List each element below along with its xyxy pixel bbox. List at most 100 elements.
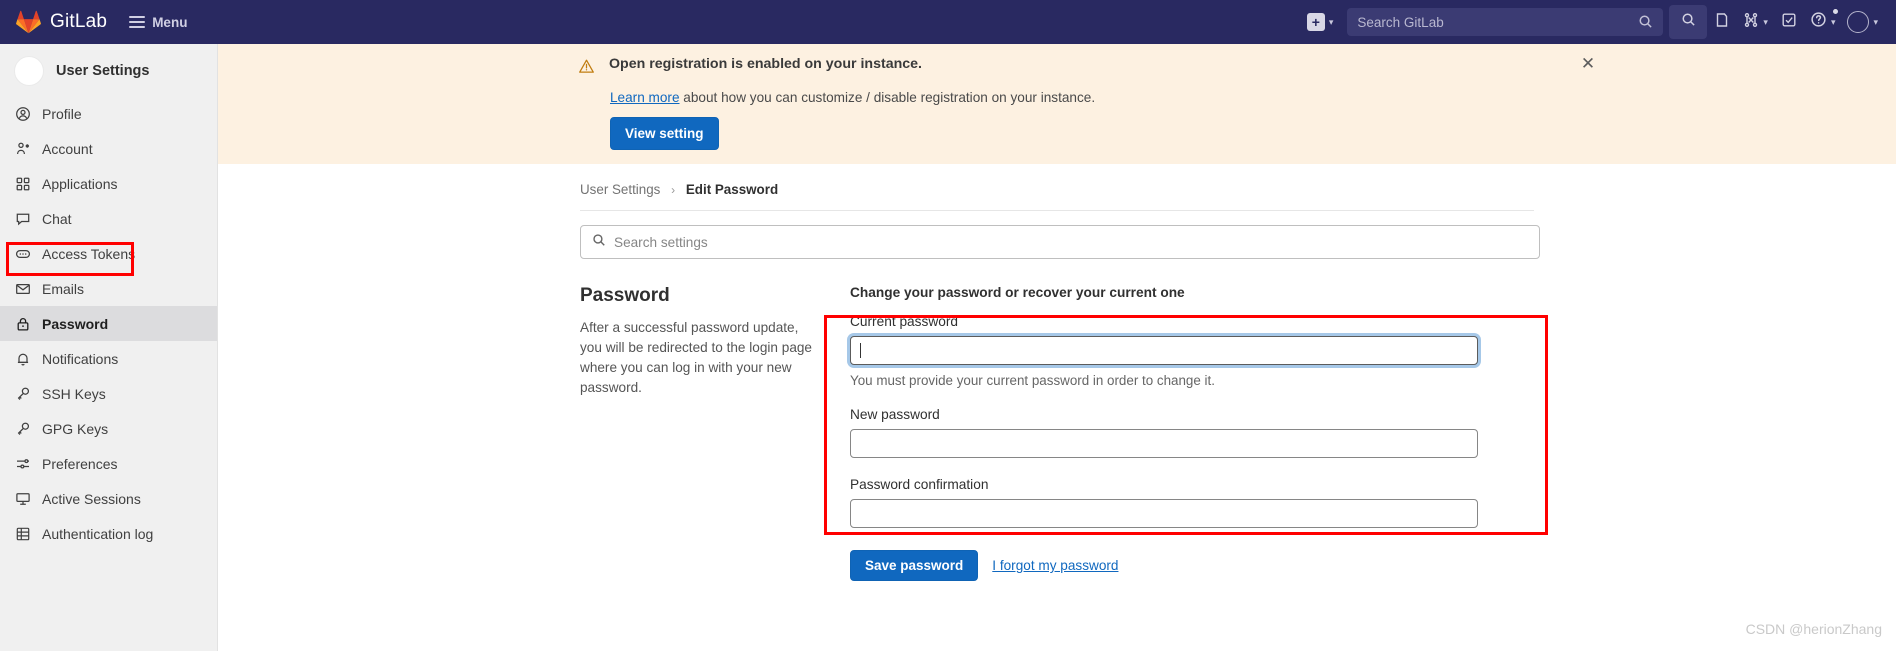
sidebar-item-access-tokens[interactable]: Access Tokens [0, 236, 217, 271]
search-icon [592, 233, 606, 252]
warning-triangle-icon [578, 58, 595, 80]
issues-button[interactable] [1707, 5, 1737, 39]
section-description-column: Password After a successful password upd… [580, 285, 850, 581]
sidebar-item-label: Account [42, 140, 93, 157]
sidebar-item-label: SSH Keys [42, 385, 106, 402]
sidebar-item-label: Applications [42, 175, 118, 192]
envelope-icon [14, 280, 31, 297]
chevron-down-icon: ▾ [1830, 16, 1836, 27]
gitlab-tanuki-logo-icon [16, 10, 41, 34]
chevron-down-icon: ▾ [1328, 16, 1334, 27]
password-confirmation-field-group: Password confirmation [850, 477, 1580, 528]
sidebar-item-label: Profile [42, 105, 82, 122]
form-actions: Save password I forgot my password [850, 550, 1580, 581]
monitor-icon [14, 490, 31, 507]
main-content: User Settings › Edit Password Search set… [218, 164, 1896, 651]
sidebar-item-authentication-log[interactable]: Authentication log [0, 516, 217, 551]
menu-button[interactable]: Menu [129, 15, 187, 30]
sidebar-item-account[interactable]: Account [0, 131, 217, 166]
menu-label: Menu [152, 14, 188, 30]
save-password-button[interactable]: Save password [850, 550, 979, 581]
search-icon [1638, 14, 1653, 34]
breadcrumb-current: Edit Password [685, 182, 779, 197]
sidebar-item-chat[interactable]: Chat [0, 201, 217, 236]
help-notification-badge [1832, 8, 1840, 15]
key-icon [14, 420, 31, 437]
sidebar-item-profile[interactable]: Profile [0, 96, 217, 131]
password-settings-section: Password After a successful password upd… [580, 285, 1580, 581]
account-icon [14, 140, 31, 157]
search-placeholder: Search GitLab [1357, 14, 1444, 30]
sidebar-item-label: Notifications [42, 350, 119, 367]
new-password-input[interactable] [850, 429, 1478, 458]
search-toggle-button[interactable] [1669, 5, 1708, 39]
forgot-password-link[interactable]: I forgot my password [992, 558, 1118, 573]
open-registration-alert: Open registration is enabled on your ins… [218, 44, 1896, 164]
applications-grid-icon [14, 175, 31, 192]
question-circle-icon [1810, 11, 1827, 33]
new-password-field-group: New password [850, 407, 1580, 458]
sidebar-item-ssh-keys[interactable]: SSH Keys [0, 376, 217, 411]
sidebar-item-password[interactable]: Password [0, 306, 217, 341]
bell-icon [14, 350, 31, 367]
merge-requests-button[interactable]: ▾ [1737, 5, 1774, 39]
top-navbar: GitLab Menu + ▾ Search GitLab ▾ ▾ ▾ [0, 0, 1896, 44]
section-description: After a successful password update, you … [580, 320, 812, 396]
alert-body: Learn more about how you can customize /… [610, 90, 1578, 105]
sliders-icon [14, 455, 31, 472]
page-title: Password [580, 285, 670, 306]
sidebar-item-preferences[interactable]: Preferences [0, 446, 217, 481]
sidebar-item-label: Password [42, 315, 109, 332]
new-dropdown-button[interactable]: + ▾ [1301, 5, 1340, 39]
breadcrumb-parent[interactable]: User Settings [580, 182, 660, 197]
password-confirmation-input[interactable] [850, 499, 1478, 528]
chevron-down-icon: ▾ [1873, 16, 1878, 27]
chevron-down-icon: ▾ [1763, 16, 1768, 27]
sidebar-item-gpg-keys[interactable]: GPG Keys [0, 411, 217, 446]
issues-icon [1714, 12, 1730, 33]
todos-button[interactable] [1774, 5, 1804, 39]
new-password-label: New password [850, 407, 940, 422]
brand-home-link[interactable]: GitLab [0, 10, 107, 34]
log-grid-icon [14, 525, 31, 542]
sidebar-item-emails[interactable]: Emails [0, 271, 217, 306]
sidebar-item-notifications[interactable]: Notifications [0, 341, 217, 376]
alert-body-rest: about how you can customize / disable re… [679, 90, 1096, 105]
learn-more-link[interactable]: Learn more [610, 90, 680, 105]
chat-bubble-icon [14, 210, 31, 227]
sidebar-item-applications[interactable]: Applications [0, 166, 217, 201]
text-caret [860, 343, 861, 358]
form-intro-text: Change your password or recover your cur… [850, 285, 1185, 300]
profile-icon [14, 105, 31, 122]
view-setting-button[interactable]: View setting [610, 117, 719, 150]
search-input[interactable]: Search GitLab [1347, 8, 1664, 36]
sidebar-item-label: Chat [42, 210, 72, 227]
breadcrumb-divider [580, 210, 1534, 211]
alert-content: Open registration is enabled on your ins… [578, 56, 1578, 150]
search-icon [1681, 12, 1696, 32]
current-password-field-group: Current password You must provide your c… [850, 314, 1580, 388]
sidebar-item-label: GPG Keys [42, 420, 109, 437]
settings-search-input[interactable]: Search settings [580, 225, 1540, 259]
sidebar-item-active-sessions[interactable]: Active Sessions [0, 481, 217, 516]
user-menu-button[interactable]: ▾ [1841, 5, 1884, 39]
sidebar-item-label: Authentication log [42, 525, 154, 542]
sidebar-item-label: Preferences [42, 455, 118, 472]
brand-title: GitLab [50, 11, 108, 32]
avatar [1847, 11, 1870, 33]
breadcrumb-separator: › [671, 183, 676, 197]
current-password-label: Current password [850, 314, 959, 329]
sidebar-header: User Settings [0, 50, 217, 96]
sidebar-item-label: Access Tokens [42, 245, 136, 262]
navbar-actions: + ▾ Search GitLab ▾ ▾ ▾ [1301, 0, 1896, 44]
current-password-input[interactable] [850, 336, 1478, 365]
password-confirmation-label: Password confirmation [850, 477, 989, 492]
help-button[interactable]: ▾ [1804, 5, 1842, 39]
sidebar-item-label: Active Sessions [42, 490, 141, 507]
breadcrumb: User Settings › Edit Password [218, 164, 1896, 197]
todo-checkbox-icon [1781, 12, 1797, 33]
merge-request-icon [1743, 12, 1759, 33]
access-token-icon [14, 245, 31, 262]
close-icon[interactable]: ✕ [1576, 52, 1600, 76]
sidebar-title: User Settings [56, 63, 150, 79]
